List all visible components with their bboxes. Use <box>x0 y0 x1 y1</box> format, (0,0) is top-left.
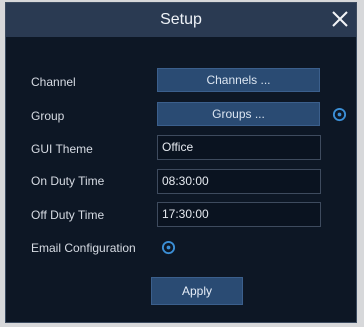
close-icon[interactable] <box>329 8 351 30</box>
email-configuration-label: Email Configuration <box>31 241 136 255</box>
setup-dialog: Setup Channel Channels ... Group Groups … <box>5 2 357 323</box>
channels-button[interactable]: Channels ... <box>157 68 320 92</box>
on-duty-time-label: On Duty Time <box>31 174 105 188</box>
title-bar: Setup <box>6 3 356 37</box>
groups-button[interactable]: Groups ... <box>157 102 320 126</box>
group-settings-icon[interactable] <box>332 107 347 122</box>
channel-label: Channel <box>31 75 76 89</box>
off-duty-time-label: Off Duty Time <box>31 208 105 222</box>
email-settings-icon[interactable] <box>161 240 176 255</box>
gui-theme-label: GUI Theme <box>31 142 93 156</box>
group-label: Group <box>31 109 65 123</box>
apply-button[interactable]: Apply <box>151 277 243 305</box>
gui-theme-select[interactable]: Office <box>157 135 321 160</box>
off-duty-time-field[interactable]: 17:30:00 <box>157 202 321 227</box>
on-duty-time-field[interactable]: 08:30:00 <box>157 169 321 194</box>
dialog-title: Setup <box>160 11 202 28</box>
